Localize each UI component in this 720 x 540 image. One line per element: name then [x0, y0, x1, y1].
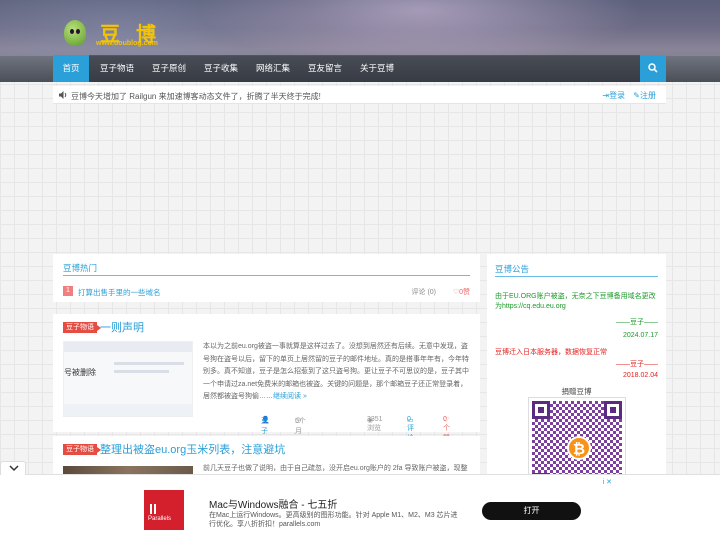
category-tag[interactable]: 豆子物语 [63, 444, 101, 455]
article-card: 豆子物语 一则声明 号被删除 本以为之前eu.org被盗一事就算是这样过去了。没… [53, 314, 480, 460]
announcement-title: 豆博公告 [495, 264, 530, 274]
author-name: 豆子 [261, 418, 268, 435]
hot-posts-panel: 豆博热门 1 打算出售手里的一些域名 评论 (0) ♡0赞 [53, 254, 480, 302]
nav-item-home[interactable]: 首页 [53, 55, 89, 82]
auth-links: ⇥登录 ✎注册 [596, 90, 656, 101]
thumb-deco [64, 404, 192, 416]
announcement-signature: ——豆子—— [616, 319, 658, 326]
ad-choices-icon[interactable]: i ✕ [603, 478, 612, 486]
ad-title: Mac与Windows融合 - 七五折 [209, 500, 338, 511]
hot-post-comments: 评论 (0) [411, 289, 437, 296]
sidebar-announcement: 豆博公告 由于EU.ORG账户被盗，无奈之下豆博备用域名更改为https://c… [487, 254, 666, 496]
announcement-date: 2018.02.04 [622, 372, 658, 379]
notice-text: 豆博今天增加了 Railgun 来加速博客动态文件了，折腾了半天终于完成! [71, 92, 321, 101]
article-thumbnail[interactable]: 号被删除 [63, 341, 193, 417]
donate-label: 捐赠豆博 [561, 387, 592, 396]
ad-description: 在Mac上运行Windows。更高级别的图形功能。针对 Apple M1、M2、… [209, 512, 458, 528]
divider [495, 276, 658, 277]
notice-bar: 豆博今天增加了 Railgun 来加速博客动态文件了，折腾了半天终于完成! ⇥登… [53, 86, 666, 104]
likes-count: 0赞 [459, 289, 470, 296]
announcement-text: 豆博迁入日本服务器，数据恢复正常 [495, 349, 607, 356]
article-title[interactable]: 一则声明 [100, 319, 144, 335]
qr-finder [604, 401, 622, 419]
site-logo[interactable]: 豆博 www.doublog.com [64, 18, 174, 50]
chevron-down-icon [9, 465, 19, 472]
divider [63, 275, 470, 276]
nav-item-guestbook[interactable]: 豆友留言 [299, 55, 351, 82]
main-nav: 首页 豆子物语 豆子原创 豆子收集 网络汇集 豆友留言 关于豆博 [53, 55, 666, 82]
hot-post-link[interactable]: 打算出售手里的一些域名 [78, 287, 161, 298]
article-excerpt: 本以为之前eu.org被盗一事就算是这样过去了。没想到居然还有后续。无意中发现，… [203, 341, 471, 404]
search-button[interactable] [640, 55, 666, 82]
login-link[interactable]: 登录 [609, 91, 625, 100]
article-title[interactable]: 整理出被盗eu.org玉米列表，注意避坑 [100, 441, 285, 457]
thumb-text: 号被删除 [64, 368, 96, 377]
announcement-signature: ——豆子—— [616, 361, 658, 368]
nav-item-stories[interactable]: 豆子物语 [91, 55, 143, 82]
announcement-date: 2024.07.17 [622, 332, 658, 339]
thumb-deco [114, 362, 184, 365]
nav-item-original[interactable]: 豆子原创 [143, 55, 195, 82]
views-text: 3351浏览 [367, 416, 383, 432]
speaker-icon [59, 91, 67, 99]
article-meta: 👤豆子 ◷5个月前 (09-20) ◉3351浏览 ▭0评论 ♡0个赞 [203, 416, 471, 460]
announcement-text: 由于EU.ORG账户被盗，无奈之下豆博备用域名更改为https://cq.edu… [495, 293, 656, 310]
nav-item-collect[interactable]: 豆子收集 [195, 55, 247, 82]
hot-posts-title: 豆博热门 [63, 263, 98, 273]
read-more-link[interactable]: 继续阅读 » [273, 393, 307, 400]
parallels-bars-icon [150, 504, 156, 514]
register-icon: ✎ [633, 91, 640, 100]
ad-content[interactable]: Parallels Mac与Windows融合 - 七五折 在Mac上运行Win… [110, 478, 612, 538]
excerpt-text: 本以为之前eu.org被盗一事就算是这样过去了。没想到居然还有后续。无意中发现，… [203, 343, 469, 401]
qr-finder [532, 401, 550, 419]
thumb-deco [114, 370, 169, 373]
ad-collapse-button[interactable] [0, 461, 26, 475]
nav-item-about[interactable]: 关于豆博 [351, 55, 403, 82]
category-tag[interactable]: 豆子物语 [63, 322, 101, 333]
logo-domain: www.doublog.com [96, 40, 158, 47]
nav-item-web[interactable]: 网络汇集 [247, 55, 299, 82]
thumb-deco [64, 342, 192, 352]
search-icon [648, 63, 658, 73]
ad-brand: Parallels [148, 516, 172, 522]
register-link[interactable]: 注册 [640, 91, 656, 100]
hot-rank-badge: 1 [63, 286, 73, 296]
bottom-ad-banner: Parallels Mac与Windows融合 - 七五折 在Mac上运行Win… [0, 461, 720, 540]
ad-open-button[interactable]: 打开 [482, 502, 581, 520]
parallels-logo: Parallels [144, 490, 184, 530]
bitcoin-icon: ₿ [567, 436, 591, 460]
bean-logo-icon [64, 20, 86, 46]
hot-post-likes: ♡0赞 [453, 287, 470, 297]
